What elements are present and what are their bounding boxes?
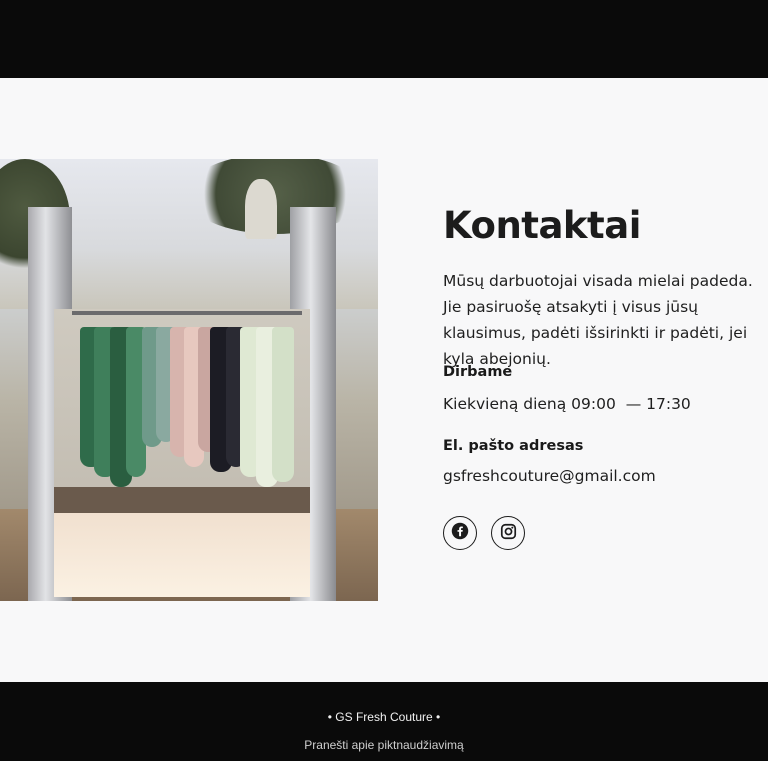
hours-value: Kiekvieną dieną 09:00 — 17:30 (443, 395, 691, 413)
page-title: Kontaktai (443, 204, 641, 247)
instagram-icon (500, 523, 517, 544)
facebook-button[interactable] (443, 516, 477, 550)
contact-description: Mūsų darbuotojai visada mielai padeda. J… (443, 272, 753, 368)
email-label: El. pašto adresas (443, 438, 584, 454)
clothing-garments (80, 327, 296, 491)
statue (245, 179, 277, 239)
cabinet-shelf (54, 487, 310, 513)
facebook-icon (451, 522, 469, 544)
report-abuse-link[interactable]: Pranešti apie piktnaudžiavimą (0, 738, 768, 752)
top-bar (0, 0, 768, 78)
footer: • GS Fresh Couture • Pranešti apie piktn… (0, 682, 768, 761)
email-link[interactable]: gsfreshcouture@gmail.com (443, 467, 656, 485)
contact-header: Kontaktai (443, 200, 768, 252)
store-rack-photo (0, 159, 378, 601)
footer-brand: • GS Fresh Couture • (327, 710, 441, 724)
hours-label: Dirbame (443, 364, 513, 380)
clothing-rail (72, 311, 302, 315)
lit-drawer (54, 513, 310, 597)
instagram-button[interactable] (491, 516, 525, 550)
